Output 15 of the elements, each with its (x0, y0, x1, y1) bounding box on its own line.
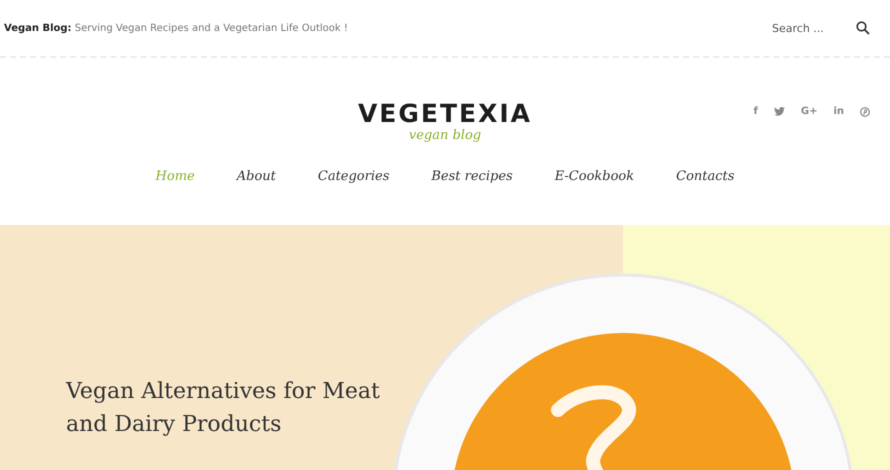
nav-link[interactable]: Contacts (676, 169, 734, 184)
bird-icon[interactable] (774, 107, 785, 116)
nav-link[interactable]: E-Cookbook (554, 169, 634, 184)
tagline: Vegan Blog: Serving Vegan Recipes and a Vegetarian Life Outlook ! (4, 22, 348, 34)
social-icon[interactable]: in (833, 106, 844, 117)
pin-icon[interactable] (860, 106, 870, 116)
search-icon[interactable] (856, 21, 870, 35)
site-subtitle: vegan blog (408, 128, 482, 143)
nav-link[interactable]: Best recipes (431, 169, 513, 184)
hero-title: Vegan Alternatives for Meat and Dairy Products (64, 378, 381, 439)
site-logo[interactable]: VEGETEXIA (358, 100, 532, 128)
nav-link[interactable]: About (236, 169, 276, 184)
social-icon[interactable]: f (754, 106, 758, 117)
social-icon[interactable]: G+ (800, 106, 818, 117)
nav-link[interactable]: Categories (318, 169, 390, 184)
